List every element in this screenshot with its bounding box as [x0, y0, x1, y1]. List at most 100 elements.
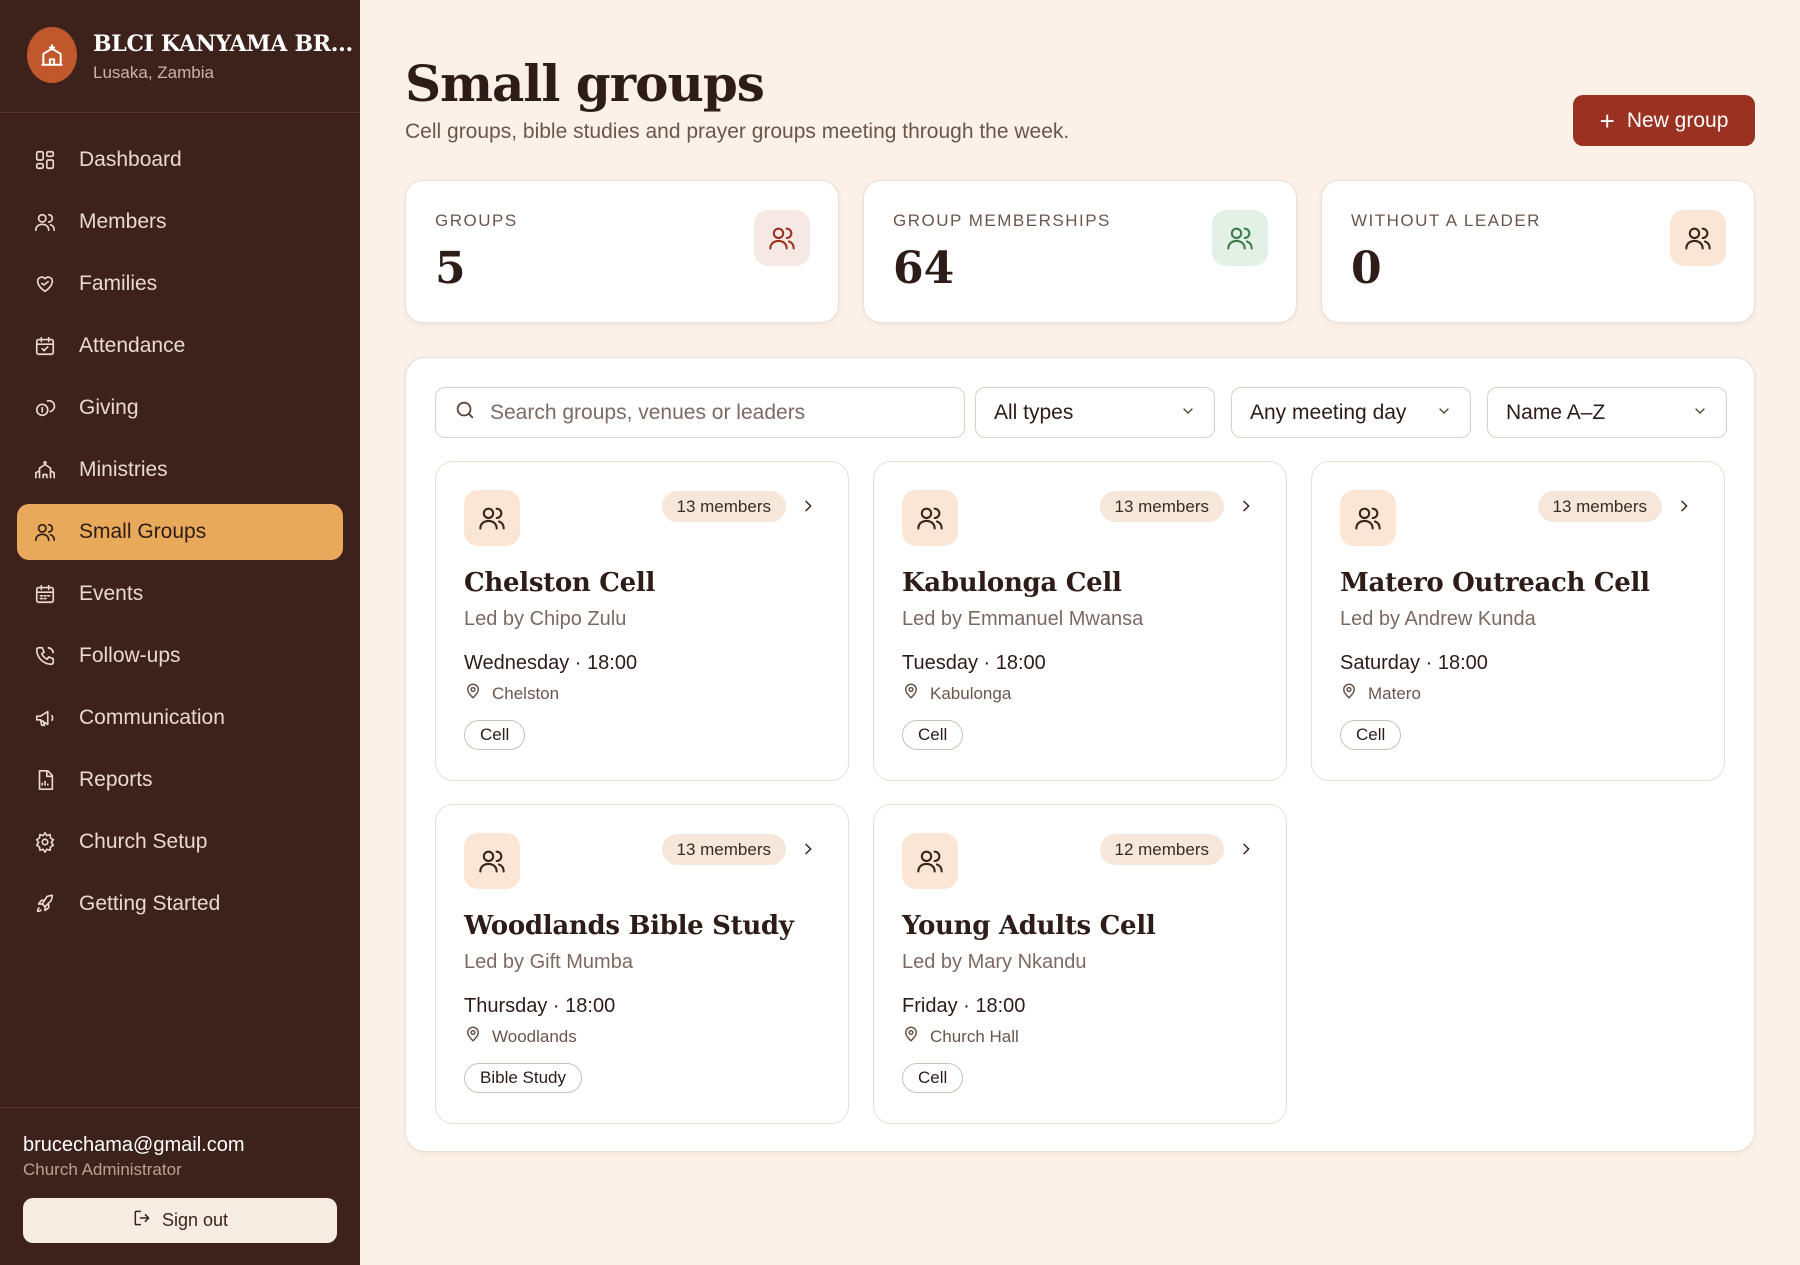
sidebar-item-getting-started[interactable]: Getting Started: [17, 876, 343, 932]
sidebar-item-giving[interactable]: Giving: [17, 380, 343, 436]
group-name: Matero Outreach Cell: [1340, 568, 1650, 598]
users-icon: [1670, 210, 1726, 266]
group-card[interactable]: 13 members Kabulonga Cell Led by Emmanue…: [873, 461, 1287, 781]
user-email: brucechama@gmail.com: [23, 1134, 245, 1156]
new-group-button[interactable]: + New group: [1573, 95, 1755, 146]
sidebar-item-events[interactable]: Events: [17, 566, 343, 622]
sign-out-icon: [132, 1208, 152, 1233]
sidebar-item-families[interactable]: Families: [17, 256, 343, 312]
sidebar-item-dashboard[interactable]: Dashboard: [17, 132, 343, 188]
venue-label: Chelston: [492, 683, 560, 703]
group-name: Woodlands Bible Study: [464, 911, 794, 941]
sign-out-button[interactable]: Sign out: [23, 1198, 337, 1243]
map-pin-icon: [464, 1025, 482, 1048]
church-name: BLCI KANYAMA BR...: [93, 31, 353, 57]
page-title: Small groups: [405, 54, 765, 113]
group-schedule: Tuesday · 18:00: [902, 652, 1046, 674]
sidebar-item-reports[interactable]: Reports: [17, 752, 343, 808]
chevron-right-icon[interactable]: [1238, 841, 1254, 857]
sidebar-item-label: Small Groups: [79, 520, 207, 543]
group-card[interactable]: 13 members Chelston Cell Led by Chipo Zu…: [435, 461, 849, 781]
plus-icon: +: [1599, 105, 1615, 136]
new-group-label: New group: [1626, 108, 1729, 132]
group-card[interactable]: 12 members Young Adults Cell Led by Mary…: [873, 804, 1287, 1124]
group-leader: Led by Mary Nkandu: [902, 951, 1087, 973]
group-card[interactable]: 13 members Matero Outreach Cell Led by A…: [1311, 461, 1725, 781]
megaphone-icon: [33, 706, 57, 730]
venue-label: Woodlands: [492, 1026, 577, 1046]
sidebar-item-label: Church Setup: [79, 830, 208, 853]
sidebar-nav: Dashboard Members Families Attendance Gi…: [0, 113, 360, 932]
group-schedule: Saturday · 18:00: [1340, 652, 1488, 674]
heart-hand-icon: [33, 272, 57, 296]
sort-select[interactable]: Name A–Z: [1487, 387, 1727, 438]
group-type-tag: Cell: [464, 720, 526, 750]
sidebar: BLCI KANYAMA BR... Lusaka, Zambia Dashbo…: [0, 0, 360, 1265]
group-type-tag: Cell: [902, 720, 964, 750]
sidebar-item-label: Events: [79, 582, 144, 605]
sidebar-item-label: Follow-ups: [79, 644, 181, 667]
group-card[interactable]: 13 members Woodlands Bible Study Led by …: [435, 804, 849, 1124]
sidebar-item-church-setup[interactable]: Church Setup: [17, 814, 343, 870]
sidebar-item-attendance[interactable]: Attendance: [17, 318, 343, 374]
church-brand[interactable]: BLCI KANYAMA BR... Lusaka, Zambia: [0, 0, 360, 113]
sidebar-item-follow-ups[interactable]: Follow-ups: [17, 628, 343, 684]
chevron-down-icon: [1436, 401, 1452, 425]
rocket-icon: [33, 892, 57, 916]
users-icon: [902, 490, 958, 546]
venue-label: Kabulonga: [930, 683, 1012, 703]
group-leader: Led by Emmanuel Mwansa: [902, 608, 1144, 630]
user-role: Church Administrator: [23, 1160, 182, 1179]
group-type-tag: Cell: [902, 1063, 964, 1093]
users-icon: [754, 210, 810, 266]
church-icon: [33, 458, 57, 482]
group-leader: Led by Gift Mumba: [464, 951, 633, 973]
group-venue: Woodlands: [464, 1025, 577, 1048]
member-count-badge: 13 members: [1537, 491, 1662, 522]
groups-panel: All types Any meeting day Name A–Z 13 me…: [405, 357, 1755, 1152]
group-schedule: Wednesday · 18:00: [464, 652, 638, 674]
sidebar-item-small-groups[interactable]: Small Groups: [17, 504, 343, 560]
stat-card-groups: GROUPS 5: [405, 180, 839, 323]
chevron-right-icon[interactable]: [1238, 498, 1254, 514]
user-icon: [33, 210, 57, 234]
group-schedule: Thursday · 18:00: [464, 995, 616, 1017]
chevron-right-icon[interactable]: [800, 498, 816, 514]
group-schedule: Friday · 18:00: [902, 995, 1026, 1017]
sign-out-label: Sign out: [161, 1210, 229, 1230]
chevron-down-icon: [1692, 401, 1708, 425]
gear-icon: [33, 830, 57, 854]
select-value: Any meeting day: [1250, 400, 1407, 424]
sidebar-item-label: Reports: [79, 768, 153, 791]
sidebar-item-label: Dashboard: [79, 148, 182, 171]
church-logo-icon: [27, 27, 77, 83]
type-filter-select[interactable]: All types: [975, 387, 1215, 438]
member-count-badge: 13 members: [1099, 491, 1224, 522]
stat-card-without-leader: WITHOUT A LEADER 0: [1321, 180, 1755, 323]
users-icon: [464, 490, 520, 546]
search-input[interactable]: [490, 400, 930, 425]
group-leader: Led by Chipo Zulu: [464, 608, 627, 630]
search-box[interactable]: [435, 387, 965, 438]
sidebar-item-label: Giving: [79, 396, 139, 419]
member-count-badge: 13 members: [661, 834, 786, 865]
group-venue: Chelston: [464, 682, 559, 705]
chevron-right-icon[interactable]: [800, 841, 816, 857]
venue-label: Church Hall: [930, 1026, 1019, 1046]
chevron-down-icon: [1180, 401, 1196, 425]
users-icon: [464, 833, 520, 889]
select-value: Name A–Z: [1506, 400, 1606, 424]
chevron-right-icon[interactable]: [1676, 498, 1692, 514]
sidebar-item-members[interactable]: Members: [17, 194, 343, 250]
sidebar-item-ministries[interactable]: Ministries: [17, 442, 343, 498]
stat-label: GROUP MEMBERSHIPS: [893, 211, 1111, 230]
stat-label: WITHOUT A LEADER: [1351, 211, 1541, 230]
group-type-tag: Bible Study: [464, 1063, 582, 1093]
phone-icon: [33, 644, 57, 668]
day-filter-select[interactable]: Any meeting day: [1231, 387, 1471, 438]
sidebar-item-communication[interactable]: Communication: [17, 690, 343, 746]
stat-card-memberships: GROUP MEMBERSHIPS 64: [863, 180, 1297, 323]
group-venue: Kabulonga: [902, 682, 1011, 705]
map-pin-icon: [902, 1025, 920, 1048]
stat-value: 0: [1351, 243, 1382, 294]
